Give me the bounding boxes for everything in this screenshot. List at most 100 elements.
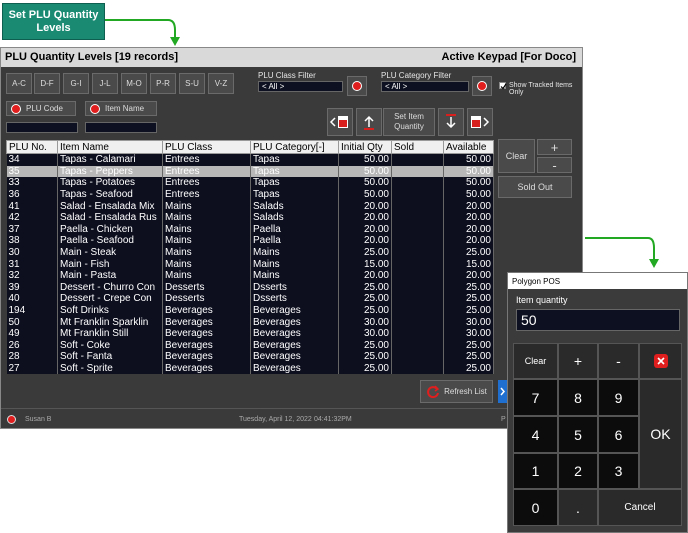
column-header-plu-category[interactable]: PLU Category[-] [250,140,339,154]
table-cell: Tapas - Potatoes [57,177,163,189]
arrow-up-icon [364,115,374,130]
plu-code-button[interactable]: PLU Code [6,101,76,116]
column-header-plu-no[interactable]: PLU No. [6,140,58,154]
plu-code-input[interactable] [6,122,78,133]
keypad-1[interactable]: 1 [513,453,558,489]
alpha-button-d-f[interactable]: D-F [34,73,60,94]
table-row[interactable]: 39 Dessert - Churro Con Desserts Dsserts 25.… [6,281,494,294]
keypad-7[interactable]: 7 [513,379,558,416]
table-cell: 39 [6,281,58,294]
table-row[interactable]: 30 Main - Steak Mains Mains 25.00 25.00 [6,246,494,259]
alpha-button-g-i[interactable]: G-I [63,73,89,94]
table-cell: Desserts [162,293,251,305]
table-row[interactable]: 37 Paella - Chicken Mains Paella 20.00 20.00 [6,223,494,236]
plu-category-filter-button[interactable] [472,76,492,96]
table-cell: 25.00 [443,281,494,294]
table-row[interactable]: 42 Salad - Ensalada Rus Mains Salads 20.00 20… [6,211,494,224]
plu-class-filter-select[interactable]: < All > [258,81,343,92]
table-cell: Dsserts [250,293,339,305]
table-row[interactable]: 35 Tapas - Peppers Entrees Tapas 50.00 50.00 [6,165,494,178]
table-cell: Beverages [162,304,251,317]
table-cell: Dsserts [250,281,339,294]
keypad-9[interactable]: 9 [598,379,639,416]
table-cell: 25.00 [443,304,494,317]
column-header-available[interactable]: Available [443,140,494,154]
alpha-button-m-o[interactable]: M-O [121,73,147,94]
alpha-button-p-r[interactable]: P-R [150,73,176,94]
page-last-button[interactable] [467,108,493,136]
page-first-button[interactable] [327,108,353,136]
keypad-decimal[interactable]: . [558,489,598,526]
table-cell: Beverages [162,339,251,352]
table-cell [391,211,444,224]
keypad-5[interactable]: 5 [558,416,598,453]
table-cell: Beverages [250,362,339,375]
keypad-4[interactable]: 4 [513,416,558,453]
set-item-quantity-button[interactable]: Set Item Quantity [383,108,435,136]
keypad-minus[interactable]: - [598,343,639,379]
table-cell: Mains [162,223,251,236]
table-row[interactable]: 49 Mt Franklin Still Beverages Beverages 30.… [6,327,494,340]
table-row[interactable]: 27 Soft - Sprite Beverages Beverages 25.00 25… [6,362,494,375]
refresh-icon [427,384,440,398]
table-cell: Mt Franklin Still [57,327,163,340]
increment-button[interactable]: + [537,139,572,155]
status-divider [1,408,582,409]
table-cell: Tapas - Calamari [57,153,163,166]
status-time: 04:41:32PM [314,416,352,423]
tracked-items-checkbox[interactable] [499,82,507,90]
keypad-clear[interactable]: Clear [513,343,558,379]
sold-out-button[interactable]: Sold Out [498,176,572,198]
table-row[interactable]: 26 Soft - Coke Beverages Beverages 25.00 25.0… [6,339,494,352]
table-cell: Tapas [250,165,339,178]
keypad-ok[interactable]: OK [639,379,682,489]
table-cell: Beverages [162,316,251,328]
alpha-button-v-z[interactable]: V-Z [208,73,234,94]
table-row[interactable]: 194 Soft Drinks Beverages Beverages 25.00 25.… [6,304,494,317]
plu-category-filter-select[interactable]: < All > [381,81,469,92]
refresh-list-button[interactable]: Refresh List [420,380,493,403]
decrement-button[interactable]: - [537,157,572,173]
item-quantity-input[interactable]: 50 [516,309,680,331]
page-down-button[interactable] [438,108,464,136]
keypad-8[interactable]: 8 [558,379,598,416]
plu-class-filter-button[interactable] [347,76,367,96]
keypad-2[interactable]: 2 [558,453,598,489]
alpha-button-a-c[interactable]: A-C [6,73,32,94]
item-name-button[interactable]: Item Name [85,101,157,116]
alpha-button-s-u[interactable]: S-U [179,73,205,94]
keypad-delete[interactable] [639,343,682,379]
table-row[interactable]: 34 Tapas - Calamari Entrees Tapas 50.00 50.00 [6,153,494,166]
table-row[interactable]: 33 Tapas - Potatoes Entrees Tapas 50.00 50.00 [6,177,494,189]
page-up-button[interactable] [356,108,382,136]
table-cell [391,362,444,375]
table-row[interactable]: 41 Salad - Ensalada Mix Mains Salads 20.00 20… [6,200,494,212]
table-row[interactable]: 31 Main - Fish Mains Mains 15.00 15.00 [6,258,494,270]
keypad-3[interactable]: 3 [598,453,639,489]
table-cell: Salads [250,211,339,224]
table-row[interactable]: 28 Soft - Fanta Beverages Beverages 25.00 25.… [6,351,494,363]
table-cell [391,235,444,247]
table-cell: Beverages [250,304,339,317]
table-row[interactable]: 32 Main - Pasta Mains Mains 20.00 20.00 [6,269,494,282]
table-cell: Beverages [162,362,251,375]
keypad-6[interactable]: 6 [598,416,639,453]
table-row[interactable]: 38 Paella - Seafood Mains Paella 20.00 20.00 [6,235,494,247]
column-header-sold[interactable]: Sold [391,140,444,154]
column-header-item-name[interactable]: Item Name [57,140,163,154]
keypad-cancel[interactable]: Cancel [598,489,682,526]
keypad-plus[interactable]: + [558,343,598,379]
table-cell: Main - Steak [57,246,163,259]
table-row[interactable]: 50 Mt Franklin Sparklin Beverages Beverages… [6,316,494,328]
column-header-initial-qty[interactable]: Initial Qty [338,140,392,154]
table-row[interactable]: 40 Dessert - Crepe Con Desserts Dsserts 25.0… [6,293,494,305]
item-name-input[interactable] [85,122,157,133]
clear-button[interactable]: Clear [498,139,535,173]
alpha-button-j-l[interactable]: J-L [92,73,118,94]
column-header-plu-class[interactable]: PLU Class [162,140,251,154]
table-cell: 32 [6,269,58,282]
table-row[interactable]: 36 Tapas - Seafood Entrees Tapas 50.00 50.00 [6,188,494,201]
window-title: PLU Quantity Levels [19 records] [5,51,178,63]
keypad-0[interactable]: 0 [513,489,558,526]
table-cell [391,351,444,363]
